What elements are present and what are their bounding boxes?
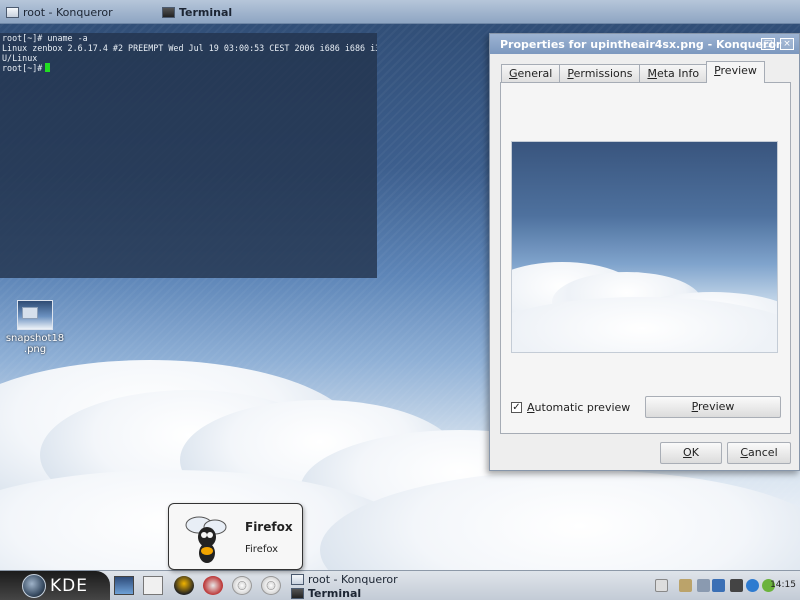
terminal-cursor xyxy=(45,63,51,72)
dialog-titlebar[interactable]: Properties for upintheair4sx.png - Konqu… xyxy=(490,34,799,54)
file-manager-icon[interactable] xyxy=(143,576,163,595)
terminal-line: Linux zenbox 2.6.17.4 #2 PREEMPT Wed Jul… xyxy=(2,43,377,53)
terminal-prompt-line: root[~]# xyxy=(2,63,375,73)
cd-drive-icon[interactable] xyxy=(232,576,252,595)
image-file-icon xyxy=(17,300,53,330)
connection-icon[interactable] xyxy=(697,579,710,592)
taskbar-item-terminal[interactable]: Terminal xyxy=(158,3,236,21)
taskbar-item-label: root - Konqueror xyxy=(23,5,113,19)
terminal-line: root[~]# uname -a xyxy=(2,33,88,43)
tab-permissions[interactable]: Permissions xyxy=(559,64,641,83)
terminal-icon xyxy=(291,587,304,599)
preview-button[interactable]: Preview xyxy=(645,396,781,418)
tab-meta-info[interactable]: Meta Info xyxy=(639,64,708,83)
close-icon[interactable]: × xyxy=(780,38,794,50)
globe-icon[interactable] xyxy=(746,579,759,592)
taskbar-item-konqueror[interactable]: root - Konqueror xyxy=(2,3,117,21)
properties-dialog: Properties for upintheair4sx.png - Konqu… xyxy=(489,33,800,471)
kde-logo-icon xyxy=(22,574,46,598)
tooltip-subtitle: Firefox xyxy=(245,544,279,555)
kde-menu-button[interactable]: KDE xyxy=(0,571,110,600)
cancel-button[interactable]: Cancel xyxy=(727,442,791,464)
window-icon xyxy=(291,573,304,585)
window-icon xyxy=(6,6,19,18)
firefox-tooltip: Firefox Firefox xyxy=(168,503,303,570)
panel-task-terminal[interactable]: Terminal xyxy=(291,586,361,600)
terminal-prompt: root[~]# xyxy=(2,63,43,73)
klipper-icon[interactable] xyxy=(655,579,668,592)
ok-button[interactable]: OK xyxy=(660,442,722,464)
kde-menu-label: KDE xyxy=(50,576,88,596)
automatic-preview-label: Automatic preview xyxy=(527,401,631,414)
clock[interactable]: 14:15 xyxy=(770,580,796,590)
firefox-wasp-icon xyxy=(185,516,227,563)
terminal-window[interactable]: root[~]# uname -a Linux zenbox 2.6.17.4 #… xyxy=(0,33,377,278)
cd-drive-icon[interactable] xyxy=(261,576,281,595)
automatic-preview-checkbox[interactable]: ✓ xyxy=(511,402,522,413)
desktop-file-name: snapshot18 xyxy=(5,333,65,344)
kdesktop-icon[interactable] xyxy=(712,579,725,592)
maximize-icon[interactable]: □ xyxy=(761,38,775,50)
network-icon[interactable] xyxy=(203,576,223,595)
desktop-file-icon[interactable]: snapshot18 .png xyxy=(2,300,68,355)
image-preview xyxy=(511,141,778,353)
desktop-file-ext: .png xyxy=(23,344,47,355)
tab-preview[interactable]: Preview xyxy=(706,61,765,83)
tab-bar: General Permissions Meta Info Preview xyxy=(501,61,765,83)
tab-general[interactable]: General xyxy=(501,64,561,83)
tooltip-title: Firefox xyxy=(245,520,293,534)
terminal-icon xyxy=(162,6,175,18)
dialog-title: Properties for upintheair4sx.png - Konqu… xyxy=(500,37,782,51)
desktop-monitor-icon[interactable] xyxy=(114,576,134,595)
firefox-icon[interactable] xyxy=(174,576,194,595)
panel-task-label: root - Konqueror xyxy=(308,572,398,586)
panel-task-konqueror[interactable]: root - Konqueror xyxy=(291,572,398,586)
panel-task-label: Terminal xyxy=(308,586,362,600)
automatic-preview-option[interactable]: ✓ Automatic preview xyxy=(511,401,630,414)
window-taskbar: root - Konqueror Terminal xyxy=(0,0,800,24)
preview-tab-panel: ✓ Automatic preview Preview xyxy=(500,82,791,434)
display-icon[interactable] xyxy=(730,579,743,592)
terminal-line: U/Linux xyxy=(2,53,38,63)
taskbar-item-label: Terminal xyxy=(179,5,233,19)
kde-panel: KDE root - Konqueror Terminal 14:15 xyxy=(0,570,800,600)
tools-icon[interactable] xyxy=(679,579,692,592)
